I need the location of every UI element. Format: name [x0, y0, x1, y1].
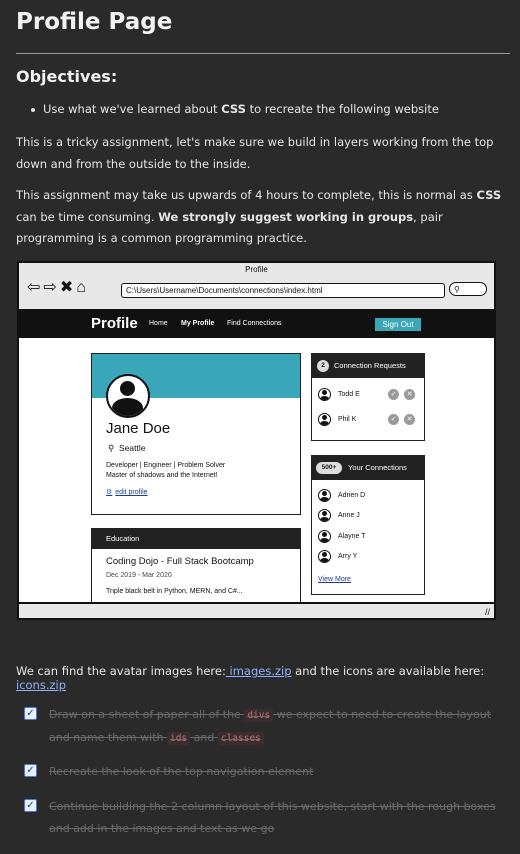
task-item: ✓ Continue building the 2 column layout … — [24, 796, 504, 840]
mockup-profile-name: Jane Doe — [106, 420, 171, 437]
mockup-connection-row: Alayne T — [318, 529, 366, 545]
task-item: ✓ Recreate the look of the top navigatio… — [24, 761, 504, 783]
mockup-connection-row: Arry Y — [318, 549, 357, 565]
accept-check-icon: ✓ — [388, 389, 399, 400]
mockup-requests-card: 2 Connection Requests Todd E ✓ ✕ Phil K ✓ ✕ — [311, 353, 425, 441]
mockup-nav-find-connections: Find Connections — [227, 320, 282, 327]
gear-icon: ⚙ — [106, 489, 113, 496]
user-avatar-icon — [318, 508, 331, 522]
profile-mockup: Profile ⇦⇨✖⌂ C:\Users\Username\Documents… — [17, 261, 496, 620]
objective-item: Use what we've learned about CSS to recr… — [29, 102, 439, 116]
location-pin-icon: ⚲ — [108, 443, 115, 453]
mockup-logo: Profile — [91, 315, 138, 332]
mockup-request-row: Phil K ✓ ✕ — [318, 412, 418, 428]
browser-status-bar: // — [19, 602, 494, 618]
mockup-nav-home: Home — [149, 320, 168, 327]
objectives-heading: Objectives: — [16, 67, 118, 86]
magnifier-icon: ⚲ — [449, 282, 487, 296]
resource-links-line: We can find the avatar images here: imag… — [16, 664, 485, 692]
user-avatar-icon — [318, 412, 331, 426]
title-divider — [16, 53, 510, 54]
user-avatar-icon — [318, 387, 331, 401]
user-avatar-icon — [318, 488, 331, 502]
browser-titlebar: Profile ⇦⇨✖⌂ C:\Users\Username\Documents… — [19, 263, 494, 311]
mockup-education-dates: Dec 2019 - Mar 2020 — [106, 572, 172, 579]
objectives-list: Use what we've learned about CSS to recr… — [29, 102, 439, 116]
mockup-education-card: Education Coding Dojo - Full Stack Bootc… — [91, 528, 301, 608]
browser-window-title: Profile — [245, 265, 268, 274]
requests-count-badge: 2 — [317, 360, 329, 372]
accept-check-icon: ✓ — [388, 414, 399, 425]
task-text: Recreate the look of the top navigation … — [49, 765, 314, 778]
mockup-education-title: Coding Dojo - Full Stack Bootcamp — [106, 556, 254, 567]
mockup-requests-heading: 2 Connection Requests — [312, 354, 424, 378]
mockup-navbar: Profile Home My Profile Find Connections… — [19, 311, 494, 338]
mockup-profile-card: Jane Doe ⚲ Seattle Developer | Engineer … — [91, 353, 301, 515]
mockup-view-more-link: View More — [318, 576, 351, 583]
mockup-education-heading: Education — [92, 529, 300, 549]
page-title: Profile Page — [16, 9, 173, 35]
mockup-profile-location: ⚲ Seattle — [108, 443, 146, 453]
decline-x-icon: ✕ — [404, 414, 415, 425]
mockup-nav-my-profile: My Profile — [181, 320, 215, 327]
mockup-connection-row: Anne J — [318, 508, 360, 524]
browser-address-bar: C:\Users\Username\Documents\connections\… — [121, 283, 445, 298]
task-checkbox[interactable]: ✓ — [24, 799, 37, 812]
icons-zip-link[interactable]: icons.zip — [16, 678, 66, 692]
decline-x-icon: ✕ — [404, 389, 415, 400]
task-checkbox[interactable]: ✓ — [24, 764, 37, 777]
user-avatar-icon — [106, 374, 150, 418]
task-item: ✓ Draw on a sheet of paper all of the di… — [24, 704, 504, 748]
user-avatar-icon — [318, 529, 331, 543]
task-checkbox[interactable]: ✓ — [24, 707, 37, 720]
resize-grip-icon: // — [484, 607, 490, 617]
mockup-connections-heading: 500+ Your Connections — [312, 456, 424, 480]
browser-nav-icons: ⇦⇨✖⌂ — [27, 279, 89, 296]
time-paragraph: This assignment may take us upwards of 4… — [16, 188, 502, 245]
mockup-request-row: Todd E ✓ ✕ — [318, 387, 418, 403]
connections-count-badge: 500+ — [316, 462, 342, 474]
user-avatar-icon — [318, 549, 331, 563]
intro-paragraph: This is a tricky assignment, let's make … — [16, 135, 494, 171]
mockup-profile-bio: Developer | Engineer | Problem Solver Mas… — [106, 462, 226, 479]
mockup-signout-button: Sign Out — [375, 318, 421, 331]
images-zip-link[interactable]: images.zip — [226, 664, 292, 678]
mockup-edit-profile-link: ⚙ edit profile — [106, 489, 148, 496]
task-text: Draw on a sheet of paper all of the divs… — [49, 708, 492, 745]
task-text: Continue building the 2 column layout of… — [49, 800, 496, 835]
mockup-connections-card: 500+ Your Connections Adrien D Anne J Ala… — [311, 455, 425, 595]
mockup-education-desc: Triple black belt in Python, MERN, and C… — [106, 588, 243, 595]
mockup-connection-row: Adrien D — [318, 488, 365, 504]
